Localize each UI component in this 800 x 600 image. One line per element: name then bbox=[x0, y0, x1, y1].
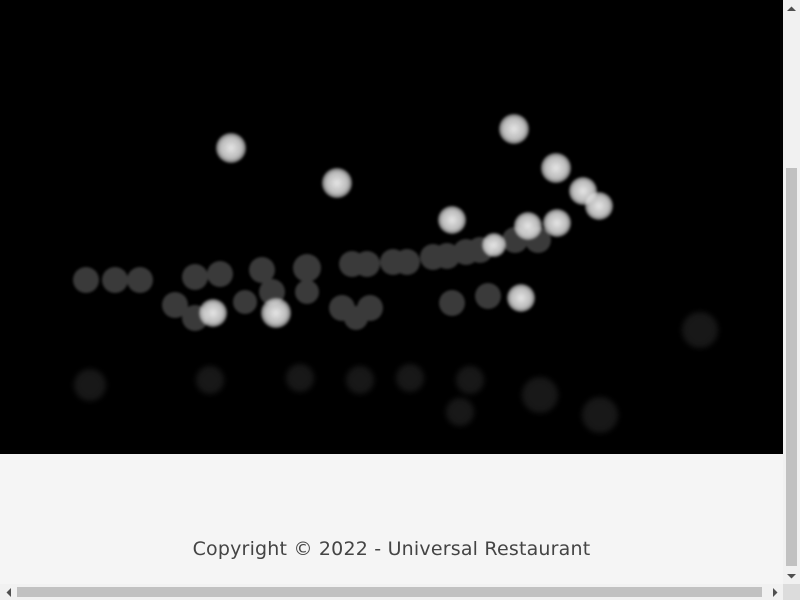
copyright-text: Copyright © 2022 - Universal Restaurant bbox=[192, 538, 591, 560]
horizontal-scrollbar[interactable] bbox=[0, 584, 783, 600]
chevron-right-icon[interactable] bbox=[766, 584, 783, 600]
page-viewport: Copyright © 2022 - Universal Restaurant bbox=[0, 0, 783, 584]
bokeh-lights-image bbox=[0, 0, 783, 454]
page-footer: Copyright © 2022 - Universal Restaurant bbox=[0, 454, 783, 584]
hero-image bbox=[0, 0, 783, 454]
vertical-scrollbar-thumb[interactable] bbox=[786, 168, 797, 566]
chevron-up-icon[interactable] bbox=[783, 0, 800, 17]
chevron-down-icon[interactable] bbox=[783, 567, 800, 584]
scrollbar-corner bbox=[783, 584, 800, 600]
chevron-left-icon[interactable] bbox=[0, 584, 17, 600]
horizontal-scrollbar-thumb[interactable] bbox=[17, 587, 762, 597]
vertical-scrollbar[interactable] bbox=[783, 0, 800, 584]
